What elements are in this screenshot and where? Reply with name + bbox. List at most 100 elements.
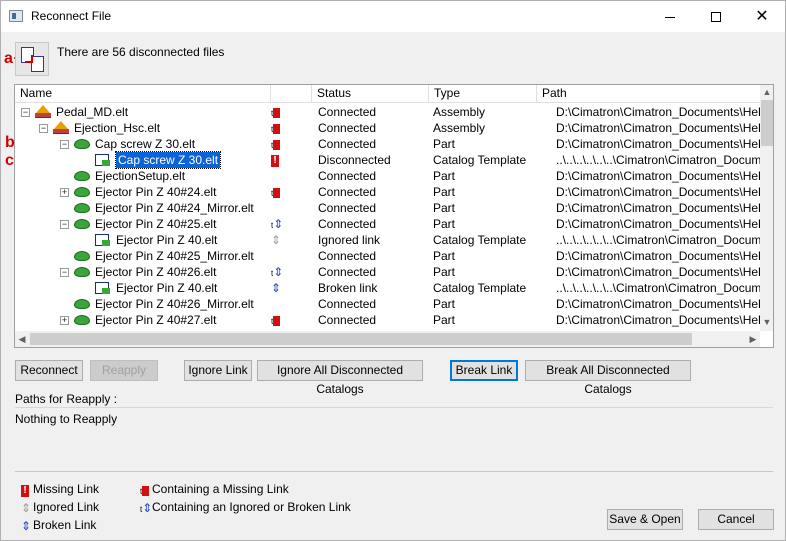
table-row[interactable]: Ejector Pin Z 40#25_Mirror.elt Connected P…: [15, 248, 760, 264]
scroll-left-icon[interactable]: ◀: [15, 331, 29, 347]
row-type: Catalog Template: [433, 233, 527, 247]
row-name[interactable]: Ejector Pin Z 40#24.elt: [95, 184, 216, 200]
ignored-link-icon: ⇕: [271, 233, 282, 247]
vertical-scroll-thumb[interactable]: [761, 100, 773, 146]
table-row[interactable]: EjectionSetup.elt Connected Part D:\Cimatro…: [15, 168, 760, 184]
row-path: D:\Cimatron\Cimatron_Documents\Help W: [556, 217, 760, 231]
table-row[interactable]: − Ejection_Hsc.elt t Connected Assembly D:\Ci…: [15, 120, 760, 136]
collapse-icon[interactable]: −: [60, 220, 69, 229]
catalog-icon: [95, 234, 110, 246]
row-name[interactable]: Cap screw Z 30.elt: [95, 136, 195, 152]
scroll-down-icon[interactable]: ▼: [760, 315, 773, 329]
row-path: ..\..\..\..\..\..\Cimatron\Cimatron_Docu…: [556, 281, 760, 295]
broken-link-icon: ⇕: [271, 281, 282, 295]
ignore-all-disconnected-catalogs-button[interactable]: Ignore All Disconnected Catalogs: [257, 360, 423, 396]
table-row[interactable]: Ejector Pin Z 40.elt ⇕ Ignored link Catalog…: [15, 232, 760, 248]
assembly-icon: [53, 121, 69, 135]
table-row[interactable]: Ejector Pin Z 40#24_Mirror.elt Connected P…: [15, 200, 760, 216]
row-status: Connected: [318, 121, 377, 135]
legend-containing-ignored-broken: t⇕ Containing an Ignored or Broken Link: [140, 499, 351, 517]
row-name[interactable]: Cap screw Z 30.elt: [114, 151, 222, 169]
no-link-icon: [271, 296, 283, 312]
part-icon: [74, 203, 90, 213]
row-name[interactable]: Ejector Pin Z 40.elt: [116, 280, 217, 296]
collapse-icon[interactable]: −: [60, 268, 69, 277]
part-icon: [74, 139, 90, 149]
files-tree-table[interactable]: Name Status Type Path − Pedal_MD.elt t Conn…: [14, 84, 774, 348]
row-name[interactable]: Ejector Pin Z 40.elt: [116, 232, 217, 248]
legend-left: ! Missing Link ⇕ Ignored Link ⇕ Broken L…: [21, 481, 99, 535]
row-name[interactable]: Ejector Pin Z 40#26_Mirror.elt: [95, 296, 254, 312]
column-header-name[interactable]: Name: [15, 85, 271, 103]
legend-ignored-label: Ignored Link: [33, 500, 100, 514]
collapse-icon[interactable]: −: [60, 140, 69, 149]
row-status: Connected: [318, 169, 377, 183]
column-header-type[interactable]: Type: [429, 85, 537, 103]
assembly-icon: [35, 105, 51, 119]
table-row[interactable]: Cap screw Z 30.elt! Disconnected Catalog T…: [15, 151, 760, 169]
row-type: Part: [433, 217, 456, 231]
row-name[interactable]: Ejector Pin Z 40#25_Mirror.elt: [95, 248, 254, 264]
table-row[interactable]: − Pedal_MD.elt t Connected Assembly D:\Cimatr…: [15, 104, 760, 120]
row-status: Disconnected: [318, 153, 391, 167]
row-type: Part: [433, 297, 456, 311]
table-row[interactable]: + Ejector Pin Z 40#24.elt t Connected Part D:…: [15, 184, 760, 200]
expand-icon[interactable]: +: [60, 316, 69, 325]
column-header-path[interactable]: Path: [537, 85, 773, 103]
row-name[interactable]: Ejector Pin Z 40#27.elt: [95, 312, 216, 328]
table-row[interactable]: − Ejector Pin Z 40#26.elt t⇕ Connected Part D…: [15, 264, 760, 280]
part-icon: [74, 315, 90, 325]
reconnect-file-dialog: Reconnect File ✕ a There are 56 disconne…: [0, 0, 786, 541]
table-row[interactable]: − Cap screw Z 30.elt t Connected Part D:\Cima…: [15, 136, 760, 152]
cancel-button[interactable]: Cancel: [698, 509, 774, 530]
row-name[interactable]: Ejector Pin Z 40#24_Mirror.elt: [95, 200, 254, 216]
ignore-link-button[interactable]: Ignore Link: [184, 360, 252, 381]
divider: [15, 407, 773, 408]
scroll-right-icon[interactable]: ▶: [746, 331, 760, 347]
row-path: D:\Cimatron\Cimatron_Documents\Help W: [556, 169, 760, 183]
expand-icon[interactable]: +: [60, 188, 69, 197]
vertical-scrollbar[interactable]: ▲ ▼: [760, 85, 773, 331]
table-row[interactable]: + Ejector Pin Z 40#27.elt t Connected Part D:…: [15, 312, 760, 328]
row-name[interactable]: Ejection_Hsc.elt: [74, 120, 160, 136]
part-icon: [74, 187, 90, 197]
row-status: Connected: [318, 265, 377, 279]
reconnect-button[interactable]: Reconnect: [15, 360, 83, 381]
row-name[interactable]: EjectionSetup.elt: [95, 168, 185, 184]
break-all-disconnected-catalogs-button[interactable]: Break All Disconnected Catalogs: [525, 360, 691, 396]
row-name[interactable]: Ejector Pin Z 40#25.elt: [95, 216, 216, 232]
column-header-link-icon[interactable]: [271, 85, 312, 103]
horizontal-scrollbar[interactable]: ◀ ▶: [15, 331, 760, 347]
horizontal-scroll-thumb[interactable]: [30, 333, 692, 345]
annotation-c: c: [5, 152, 14, 169]
row-status: Connected: [318, 201, 377, 215]
table-row[interactable]: − Ejector Pin Z 40#25.elt t⇕ Connected Part D…: [15, 216, 760, 232]
part-icon: [74, 171, 90, 181]
table-row[interactable]: Ejector Pin Z 40.elt ⇕ Broken link Catalog …: [15, 280, 760, 296]
row-type: Part: [433, 137, 456, 151]
containing-missing-link-icon: t: [271, 120, 283, 136]
scroll-up-icon[interactable]: ▲: [760, 85, 773, 99]
catalog-icon: [95, 282, 110, 294]
disconnected-files-icon: [15, 42, 49, 76]
collapse-icon[interactable]: −: [39, 124, 48, 133]
table-row[interactable]: Ejector Pin Z 40#26_Mirror.elt Connected P…: [15, 296, 760, 312]
row-type: Part: [433, 201, 456, 215]
break-link-button[interactable]: Break Link: [450, 360, 518, 381]
table-rows: − Pedal_MD.elt t Connected Assembly D:\Cimatr…: [15, 104, 760, 332]
row-name[interactable]: Pedal_MD.elt: [56, 104, 128, 120]
no-link-icon: [271, 248, 283, 264]
column-header-status[interactable]: Status: [312, 85, 429, 103]
save-open-button[interactable]: Save & Open: [607, 509, 683, 530]
app-window-icon: [9, 10, 23, 22]
legend-right: t Containing a Missing Link t⇕ Containin…: [140, 481, 351, 517]
minimize-button[interactable]: [647, 1, 693, 32]
reapply-button[interactable]: Reapply: [90, 360, 158, 381]
row-status: Connected: [318, 185, 377, 199]
close-button[interactable]: ✕: [739, 1, 785, 32]
containing-ignored-broken-link-icon: t⇕: [271, 217, 283, 231]
row-name[interactable]: Ejector Pin Z 40#26.elt: [95, 264, 216, 280]
part-icon: [74, 267, 90, 277]
collapse-icon[interactable]: −: [21, 108, 30, 117]
maximize-button[interactable]: [693, 1, 739, 32]
